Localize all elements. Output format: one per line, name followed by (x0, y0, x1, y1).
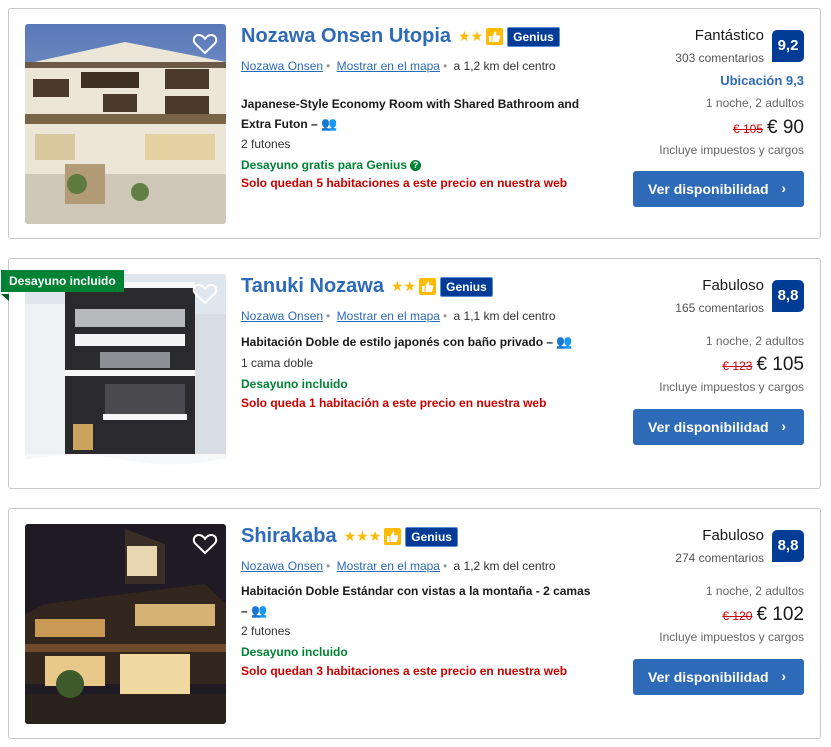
current-price: € 105 (756, 354, 804, 375)
breakfast-info: Desayuno gratis para Genius? (241, 158, 422, 172)
thumbs-up-icon (486, 28, 504, 45)
star-rating: ★★★ (343, 528, 382, 544)
review-score[interactable]: 8,8 (772, 280, 804, 312)
breakfast-ribbon: Desayuno incluido (1, 270, 124, 292)
taxes-note: Incluye impuestos y cargos (659, 380, 804, 394)
info-icon[interactable]: ? (410, 160, 422, 171)
map-link[interactable]: Mostrar en el mapa (337, 309, 440, 323)
chevron-right-icon: › (781, 668, 786, 684)
room-name-text: Habitación Doble Estándar con vistas a l… (241, 584, 591, 598)
thumbs-up-icon (384, 528, 402, 545)
hotel-name[interactable]: Nozawa Onsen Utopia (241, 25, 451, 48)
taxes-note: Incluye impuestos y cargos (659, 630, 804, 644)
hotel-card[interactable]: Shirakaba ★★★ Genius Nozawa Onsen • Mostr… (8, 508, 821, 739)
title-row: Shirakaba ★★★ Genius (241, 525, 458, 548)
breakfast-text: Desayuno gratis para Genius (241, 158, 408, 172)
room-name-text: Japanese-Style Economy Room with Shared … (241, 97, 580, 131)
taxes-note: Incluye impuestos y cargos (659, 143, 804, 157)
hotel-name[interactable]: Tanuki Nozawa (241, 275, 384, 298)
star-rating: ★★ (391, 278, 417, 294)
genius-badge: Genius (507, 26, 560, 47)
hotel-card[interactable]: Desayuno incluido Tanuki Nozawa ★★ Geniu… (1, 258, 821, 489)
scarcity-message: Solo quedan 3 habitaciones a este precio… (241, 664, 568, 678)
heart-icon[interactable] (192, 282, 218, 306)
breakfast-info: Desayuno incluido (241, 645, 348, 659)
review-count: 303 comentarios (675, 51, 764, 65)
price: € 120 € 102 (722, 604, 804, 626)
stay-info: 1 noche, 2 adultos (705, 584, 804, 598)
see-availability-button[interactable]: Ver disponibilidad › (633, 171, 804, 207)
location-link[interactable]: Nozawa Onsen (241, 59, 323, 73)
distance: a 1,2 km del centro (453, 559, 556, 573)
button-label: Ver disponibilidad (648, 669, 769, 685)
room-name[interactable]: Habitación Doble Estándar con vistas a l… (241, 582, 591, 621)
location-score: Ubicación 9,3 (720, 73, 804, 88)
old-price: € 120 (722, 609, 753, 623)
persons-icon: 👥 (556, 334, 572, 349)
bed-info: 1 cama doble (241, 356, 314, 370)
stay-info: 1 noche, 2 adultos (705, 334, 804, 348)
map-link[interactable]: Mostrar en el mapa (337, 59, 440, 73)
genius-badge: Genius (405, 526, 458, 547)
heart-icon[interactable] (192, 32, 218, 56)
stay-info: 1 noche, 2 adultos (705, 96, 804, 110)
ribbon-fold (1, 294, 9, 301)
chevron-right-icon: › (781, 418, 786, 434)
location-link[interactable]: Nozawa Onsen (241, 559, 323, 573)
review-count: 274 comentarios (675, 551, 764, 565)
persons-icon: 👥 (251, 603, 267, 618)
current-price: € 102 (756, 604, 804, 625)
scarcity-message: Solo quedan 5 habitaciones a este precio… (241, 176, 568, 190)
hotel-name[interactable]: Shirakaba (241, 525, 337, 548)
rating-word: Fantástico (694, 27, 764, 44)
star-rating: ★★ (458, 28, 484, 44)
review-score[interactable]: 9,2 (772, 30, 804, 62)
see-availability-button[interactable]: Ver disponibilidad › (633, 409, 804, 445)
hotel-photo[interactable] (25, 524, 226, 724)
see-availability-button[interactable]: Ver disponibilidad › (633, 659, 804, 695)
button-label: Ver disponibilidad (648, 181, 769, 197)
location-row: Nozawa Onsen • Mostrar en el mapa • a 1,2 … (241, 59, 556, 73)
hotel-photo[interactable] (25, 274, 226, 474)
review-score[interactable]: 8,8 (772, 530, 804, 562)
location-row: Nozawa Onsen • Mostrar en el mapa • a 1,2 … (241, 559, 556, 573)
old-price: € 105 (732, 122, 764, 136)
title-row: Nozawa Onsen Utopia ★★ Genius (241, 25, 560, 48)
scarcity-message: Solo queda 1 habitación a este precio en… (241, 396, 547, 410)
heart-icon[interactable] (192, 532, 218, 556)
old-price: € 123 (722, 359, 753, 373)
distance: a 1,2 km del centro (453, 59, 556, 73)
room-name[interactable]: Habitación Doble de estilo japonés con b… (241, 332, 621, 352)
room-name-text: Habitación Doble de estilo japonés con b… (241, 335, 544, 349)
button-label: Ver disponibilidad (648, 419, 769, 435)
hotel-card[interactable]: Nozawa Onsen Utopia ★★ Genius Nozawa Ons… (8, 8, 821, 239)
persons-icon: 👥 (321, 116, 337, 131)
location-link[interactable]: Nozawa Onsen (241, 309, 323, 323)
price: € 105 € 90 (733, 117, 804, 139)
price: € 123 € 105 (722, 354, 804, 376)
chevron-right-icon: › (781, 180, 786, 196)
room-name[interactable]: Japanese-Style Economy Room with Shared … (241, 95, 591, 134)
current-price: € 90 (767, 117, 804, 138)
hotel-photo[interactable] (25, 24, 226, 224)
rating-word: Fabuloso (702, 277, 764, 294)
genius-badge: Genius (440, 276, 493, 297)
location-row: Nozawa Onsen • Mostrar en el mapa • a 1,1 … (241, 309, 556, 323)
thumbs-up-icon (419, 278, 437, 295)
bed-info: 2 futones (241, 624, 291, 638)
bed-info: 2 futones (241, 137, 291, 151)
map-link[interactable]: Mostrar en el mapa (337, 559, 440, 573)
breakfast-info: Desayuno incluido (241, 377, 348, 391)
rating-word: Fabuloso (702, 527, 764, 544)
distance: a 1,1 km del centro (453, 309, 556, 323)
title-row: Tanuki Nozawa ★★ Genius (241, 275, 493, 298)
review-count: 165 comentarios (675, 301, 764, 315)
